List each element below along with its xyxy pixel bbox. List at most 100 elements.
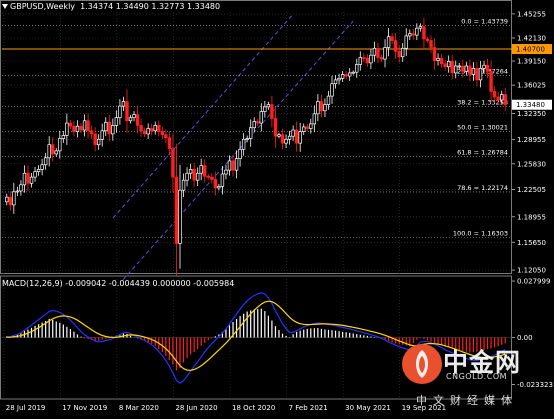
candle-body	[206, 175, 210, 178]
candle-body	[29, 176, 34, 184]
candle-body	[287, 135, 292, 140]
candle-body	[319, 101, 324, 112]
candle-body	[492, 91, 497, 98]
candle-body	[125, 101, 129, 122]
x-tick-label: 18 Oct 2020	[232, 404, 275, 412]
candle-body	[68, 122, 73, 127]
y-tick-label: 1.15650	[517, 239, 546, 247]
candle-body	[369, 54, 373, 64]
candle-body	[19, 184, 23, 192]
candle-body	[464, 65, 469, 72]
candle-body	[340, 74, 345, 79]
candle-body	[203, 165, 207, 177]
candle-body	[471, 67, 476, 75]
candle-body	[482, 64, 486, 69]
y-tick-label: 1.42130	[517, 35, 546, 43]
candle-body	[355, 64, 359, 73]
y-tick-label: 1.28955	[517, 136, 546, 144]
candle-body	[107, 121, 111, 135]
candle-body	[432, 47, 437, 61]
chart-header: GBPUSD,Weekly 1.34374 1.34490 1.32773 1.…	[2, 2, 220, 11]
candle-body	[273, 118, 278, 137]
candle-body	[142, 130, 147, 135]
candle-body	[401, 47, 405, 58]
candle-body	[227, 160, 232, 171]
watermark: 中金网 CNGOLD.COM 中文财经媒体	[400, 340, 554, 410]
candle-body	[266, 104, 271, 108]
candle-body	[22, 172, 27, 186]
candle-body	[330, 83, 334, 97]
candle-body	[298, 131, 302, 144]
candle-body	[174, 176, 179, 244]
candle-body	[436, 57, 440, 61]
candle-body	[450, 61, 454, 74]
candle-body	[128, 117, 133, 122]
fib-level-label: 78.6 = 1.22174	[457, 184, 508, 192]
candle-body	[386, 36, 391, 48]
candle-body	[210, 176, 214, 180]
candle-body	[43, 157, 48, 166]
candle-body	[118, 105, 122, 119]
candle-body	[446, 61, 451, 68]
candle-body	[79, 125, 83, 131]
candle-body	[305, 126, 309, 129]
candle-body	[245, 138, 249, 140]
symbol-label: GBPUSD,Weekly	[10, 2, 76, 11]
candle-body	[65, 122, 69, 136]
candle-body	[199, 165, 203, 174]
x-tick-label: 30 May 2021	[345, 404, 391, 412]
resistance-price-label: 1.40700	[516, 46, 545, 54]
candle-body	[185, 172, 189, 181]
candle-body	[351, 71, 355, 74]
candle-body	[372, 47, 377, 56]
candle-body	[86, 120, 90, 132]
x-tick-label: 17 Nov 2019	[62, 404, 107, 412]
candle-body	[496, 96, 500, 101]
candle-body	[89, 130, 94, 135]
ohlc-values: 1.34374 1.34490 1.32773 1.33480	[80, 2, 221, 11]
watermark-subtitle: 中文财经媒体	[416, 394, 518, 407]
x-tick-label: 7 Feb 2021	[289, 404, 328, 412]
candle-body	[72, 125, 76, 132]
y-tick-label: 1.45255	[517, 10, 546, 18]
candle-body	[485, 64, 490, 72]
candle-body	[213, 179, 218, 189]
candle-body	[390, 36, 394, 41]
candle-body	[376, 47, 380, 58]
candle-body	[326, 95, 331, 105]
candle-body	[157, 125, 161, 132]
candle-body	[8, 196, 12, 206]
candle-body	[121, 101, 126, 107]
candle-body	[316, 101, 320, 115]
candle-body	[252, 121, 256, 129]
channel-upper-line	[112, 13, 294, 219]
y-tick-label: 1.22505	[517, 186, 546, 194]
candle-body	[411, 33, 416, 36]
candle-body	[429, 40, 433, 48]
symbol-dropdown-icon[interactable]	[2, 4, 8, 9]
candle-body	[132, 114, 136, 119]
candle-body	[160, 131, 165, 136]
candle-body	[309, 123, 313, 129]
candle-body	[418, 26, 423, 29]
fib-level-label: 61.8 = 1.26784	[457, 148, 508, 156]
candle-body	[249, 127, 253, 139]
candle-body	[422, 26, 426, 40]
y-tick-label: 1.12050	[517, 267, 546, 275]
candle-body	[114, 117, 119, 126]
candle-body	[277, 134, 281, 137]
candle-body	[404, 35, 408, 49]
candle-body	[241, 138, 246, 150]
candle-body	[503, 94, 507, 105]
x-tick-label: 8 Mar 2020	[119, 404, 159, 412]
y-tick-label: 1.25830	[517, 160, 546, 168]
fib-level-label: 0.0 = 1.43739	[461, 18, 508, 26]
y-tick-label: 1.32350	[517, 110, 546, 118]
y-tick-label: 1.18955	[517, 213, 546, 221]
candle-body	[461, 65, 465, 72]
candle-body	[323, 104, 327, 112]
channel-lower-line	[122, 20, 354, 281]
candle-body	[256, 121, 260, 124]
candle-body	[280, 134, 285, 144]
candle-body	[40, 164, 44, 170]
